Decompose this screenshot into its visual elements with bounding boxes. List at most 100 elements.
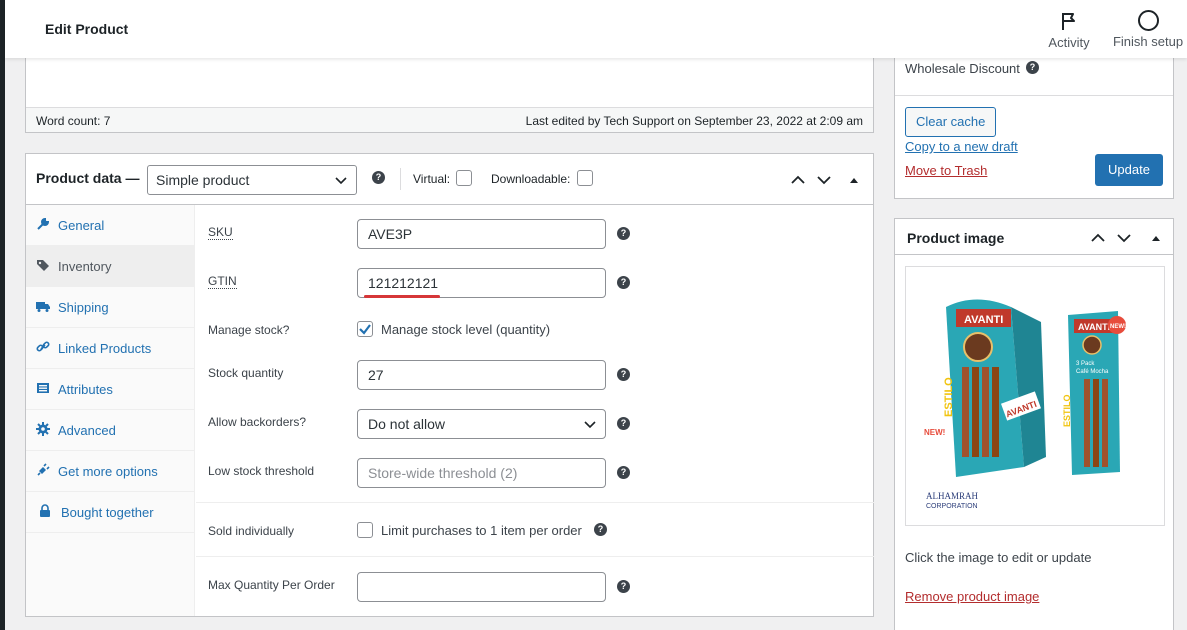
admin-sidebar-edge [0, 0, 5, 630]
gtin-input[interactable]: 121212121 [357, 268, 606, 298]
low-stock-input[interactable]: Store-wide threshold (2) [357, 458, 606, 488]
svg-text:CORPORATION: CORPORATION [926, 503, 978, 510]
wholesale-label: Wholesale Discount [905, 61, 1020, 76]
gtin-label: GTIN [208, 274, 237, 289]
move-up-icon[interactable] [791, 173, 805, 187]
move-up-icon[interactable] [1091, 231, 1105, 245]
tab-label: General [58, 218, 105, 233]
backorders-select[interactable]: Do not allow [357, 409, 606, 439]
chevron-down-icon [584, 421, 596, 429]
list-icon [37, 383, 49, 393]
tab-get-more-options[interactable]: Get more options [26, 451, 195, 492]
tab-label: Shipping [58, 300, 109, 315]
product-type-select[interactable]: Simple product [147, 165, 357, 195]
help-icon[interactable]: ? [617, 368, 630, 381]
sku-input[interactable]: AVE3P [357, 219, 606, 249]
top-bar: Edit Product Activity Finish setup [5, 0, 1187, 58]
product-image-heading: Product image [907, 230, 1005, 246]
wrench-icon [37, 217, 50, 230]
last-edited: Last edited by Tech Support on September… [525, 114, 863, 128]
divider [400, 168, 401, 190]
progress-ring-icon [1137, 10, 1159, 31]
tab-shipping[interactable]: Shipping [26, 287, 195, 328]
tab-advanced[interactable]: Advanced [26, 410, 195, 451]
tab-label: Get more options [58, 464, 158, 479]
tab-attributes[interactable]: Attributes [26, 369, 195, 410]
edit-image-hint: Click the image to edit or update [905, 550, 1092, 565]
tab-linked-products[interactable]: Linked Products [26, 328, 195, 369]
move-down-icon[interactable] [1117, 231, 1131, 245]
product-type-value: Simple product [156, 172, 250, 188]
wholesale-row: Wholesale Discount ? [895, 58, 1173, 96]
stock-quantity-label: Stock quantity [208, 366, 284, 380]
product-data-header: Product data — Simple product ? Virtual:… [26, 154, 873, 205]
help-icon[interactable]: ? [617, 580, 630, 593]
svg-text:NEW!: NEW! [924, 428, 945, 437]
move-to-trash-link[interactable]: Move to Trash [905, 163, 987, 178]
product-data-tabs: General Inventory Shipping Linked Produc… [26, 205, 195, 616]
product-image[interactable]: AVANTI ESTILO AVANTI NEW! AVANTI 3 Pack … [905, 266, 1165, 526]
collapse-icon[interactable] [849, 175, 859, 185]
finish-setup-button[interactable]: Finish setup [1112, 10, 1184, 49]
divider [196, 502, 874, 503]
plugin-icon [37, 463, 50, 476]
tab-bought-together[interactable]: Bought together [26, 492, 195, 533]
annotation-underline [364, 295, 440, 298]
stock-quantity-input[interactable]: 27 [357, 360, 606, 390]
content-editor[interactable]: Word count: 7 Last edited by Tech Suppor… [25, 58, 874, 133]
tab-label: Advanced [58, 423, 116, 438]
flag-icon [1062, 13, 1075, 30]
divider [196, 556, 874, 557]
help-icon[interactable]: ? [617, 466, 630, 479]
max-quantity-label: Max Quantity Per Order [208, 578, 335, 592]
svg-text:AVANTI: AVANTI [1078, 322, 1110, 332]
copy-draft-link[interactable]: Copy to a new draft [905, 139, 1018, 154]
tab-inventory[interactable]: Inventory [26, 246, 195, 287]
help-icon[interactable]: ? [617, 276, 630, 289]
svg-text:AVANTI: AVANTI [964, 314, 1003, 326]
product-image-header: Product image [895, 219, 1173, 255]
svg-text:ESTILO: ESTILO [1062, 394, 1072, 427]
manage-stock-checkbox[interactable] [357, 321, 373, 337]
manage-stock-label: Manage stock? [208, 323, 290, 337]
link-icon [36, 341, 50, 352]
remove-image-link[interactable]: Remove product image [905, 589, 1039, 604]
activity-label: Activity [1048, 35, 1090, 50]
truck-icon [36, 302, 50, 312]
downloadable-checkbox[interactable] [577, 170, 593, 186]
tab-general[interactable]: General [26, 205, 195, 246]
activity-button[interactable]: Activity [1047, 10, 1091, 50]
svg-text:ALHAMRAH: ALHAMRAH [926, 491, 979, 501]
lock-icon [40, 504, 50, 517]
help-icon[interactable]: ? [594, 523, 607, 536]
tab-label: Linked Products [58, 341, 152, 356]
editor-status-bar: Word count: 7 Last edited by Tech Suppor… [26, 107, 873, 132]
collapse-icon[interactable] [1151, 233, 1161, 243]
tab-label: Bought together [61, 505, 154, 520]
product-photo: AVANTI ESTILO AVANTI NEW! AVANTI 3 Pack … [924, 299, 1126, 510]
sku-label: SKU [208, 225, 233, 240]
virtual-checkbox[interactable] [456, 170, 472, 186]
backorders-label: Allow backorders? [208, 415, 307, 429]
backorders-value: Do not allow [368, 416, 446, 432]
help-icon[interactable]: ? [372, 171, 385, 184]
move-down-icon[interactable] [817, 173, 831, 187]
low-stock-label: Low stock threshold [208, 464, 315, 478]
tab-label: Inventory [58, 259, 112, 274]
update-button[interactable]: Update [1095, 154, 1163, 186]
max-quantity-input[interactable] [357, 572, 606, 602]
checkmark-icon [359, 324, 371, 335]
tag-icon [37, 260, 49, 271]
help-icon[interactable]: ? [617, 227, 630, 240]
word-count: Word count: 7 [36, 114, 111, 128]
downloadable-label: Downloadable: [491, 172, 571, 186]
svg-text:Café Mocha: Café Mocha [1076, 369, 1109, 375]
help-icon[interactable]: ? [1026, 61, 1039, 74]
clear-cache-button[interactable]: Clear cache [905, 107, 997, 137]
sold-individually-checkbox[interactable] [357, 522, 373, 538]
help-icon[interactable]: ? [617, 417, 630, 430]
publish-box: Wholesale Discount ? Clear cache Copy to… [894, 58, 1174, 199]
page-title: Edit Product [45, 21, 129, 37]
finish-setup-label: Finish setup [1112, 34, 1184, 49]
svg-text:3 Pack: 3 Pack [1076, 361, 1095, 367]
